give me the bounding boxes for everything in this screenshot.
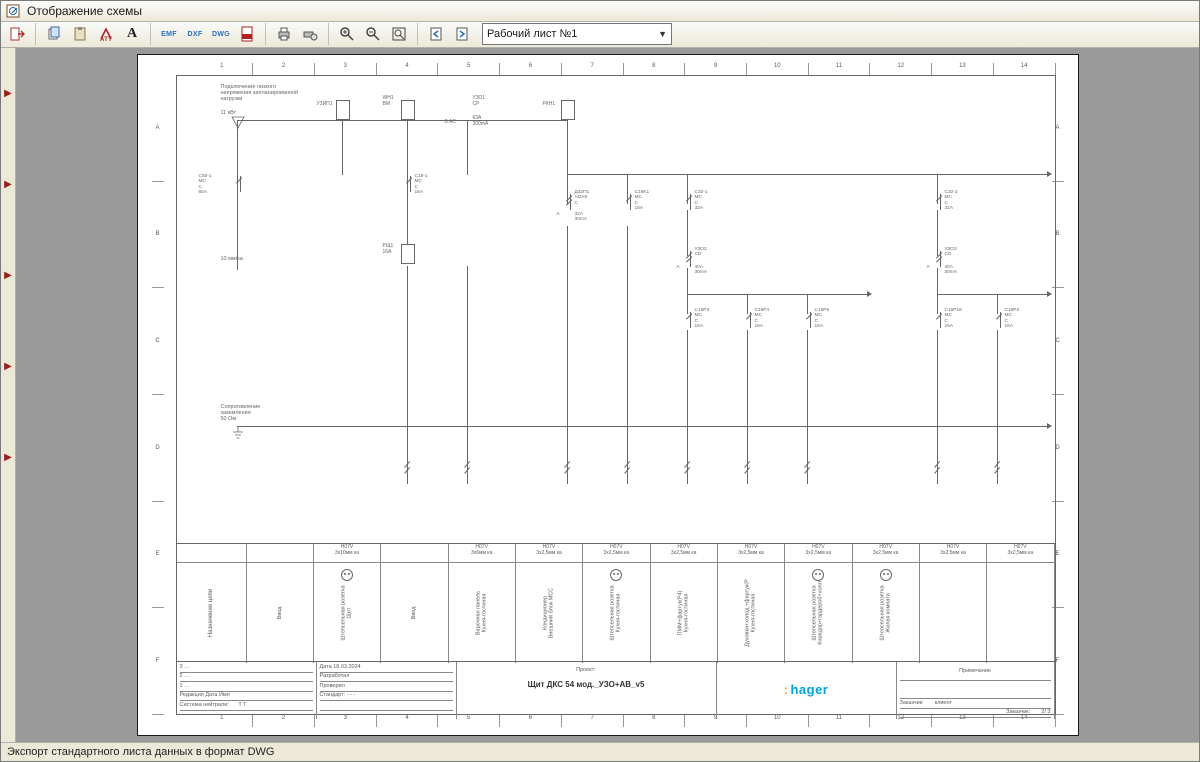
project-cell: Проект: Щит ДКС 54 мод._УЗО+АВ_v5 xyxy=(457,662,717,719)
revision-cell: 3 … 2 … 1 … Редакция Дата Имя Система не… xyxy=(177,662,317,719)
print-settings-button[interactable] xyxy=(298,22,322,46)
title-block: 3 … 2 … 1 … Редакция Дата Имя Система не… xyxy=(177,661,1055,714)
incoming-note: Подключение низкого напряжения запланиро… xyxy=(221,84,299,102)
toolbar-sep xyxy=(265,23,266,45)
paste-button[interactable] xyxy=(68,22,92,46)
rkn-device xyxy=(561,100,575,120)
schematic-area: Подключение низкого напряжения запланиро… xyxy=(177,76,1055,544)
wire xyxy=(467,120,468,175)
supply-arrow-icon xyxy=(231,116,245,130)
meta-cell: Дата 18.03.2024 Разработал Проверил Стан… xyxy=(317,662,457,719)
bottom-block: H07V 3x10мм каH07V 3x6мм каH07V 3x2,5мм … xyxy=(177,543,1055,714)
outer-frame: 1234567891011121314 1234567891011121314 … xyxy=(152,63,1064,727)
app-window: Отображение схемы ATT A EMF DXF DWG Рабо… xyxy=(0,0,1200,762)
window-title: Отображение схемы xyxy=(27,4,142,18)
toolbar-sep xyxy=(417,23,418,45)
rsh1-device xyxy=(401,244,415,264)
column-ruler-top: 1234567891011121314 xyxy=(192,63,1056,75)
gutter-marker: ▶ xyxy=(4,179,12,190)
title-bar: Отображение схемы xyxy=(1,1,1199,22)
wire xyxy=(407,120,408,175)
wire xyxy=(342,120,343,175)
wh1-device xyxy=(401,100,415,120)
hager-logo: hager xyxy=(720,663,893,718)
row-ruler-left: ABCDEF xyxy=(152,75,164,715)
wh1-type: BM xyxy=(383,101,391,107)
pdf-button[interactable] xyxy=(235,22,259,46)
work-area: ▶ ▶ ▶ ▶ ▶ 1234567891011121314 1234567891… xyxy=(1,48,1199,742)
circuit-table: Назначение цепи ВводШтепсельная розетка … xyxy=(177,562,1055,663)
toolbar-sep xyxy=(328,23,329,45)
uzip-tag: УЗИП1 xyxy=(317,102,333,108)
toolbar: ATT A EMF DXF DWG Рабочий лист №1 ▼ xyxy=(1,22,1199,48)
exit-button[interactable] xyxy=(5,22,29,46)
copy-button[interactable] xyxy=(42,22,66,46)
canvas-wrap[interactable]: 1234567891011121314 1234567891011121314 … xyxy=(16,48,1199,742)
left-gutter: ▶ ▶ ▶ ▶ ▶ xyxy=(1,48,16,742)
gutter-marker: ▶ xyxy=(4,270,12,281)
zoom-in-button[interactable] xyxy=(335,22,359,46)
rkn-tag: РКН1 xyxy=(543,102,556,108)
bus-continue-icon xyxy=(1047,171,1052,177)
incoming-cable: 10 мм/ка xyxy=(221,256,243,262)
text-button[interactable]: A xyxy=(120,22,144,46)
earth-icon xyxy=(231,426,245,440)
drawing-sheet: 1234567891011121314 1234567891011121314 … xyxy=(137,54,1079,736)
zoom-fit-button[interactable] xyxy=(387,22,411,46)
cable-row: H07V 3x10мм каH07V 3x6мм каH07V 3x2,5мм … xyxy=(177,544,1055,562)
brand-cell: hager xyxy=(717,662,897,719)
gutter-marker: ▶ xyxy=(4,361,12,372)
earth-note: Сопротивление заземления 50 Ом xyxy=(221,404,261,422)
emf-button[interactable]: EMF xyxy=(157,22,181,46)
toolbar-sep xyxy=(35,23,36,45)
prev-sheet-button[interactable] xyxy=(424,22,448,46)
app-icon xyxy=(5,3,21,19)
circuit-header: Назначение цепи xyxy=(177,563,247,663)
earth-bus xyxy=(237,426,1047,427)
zoom-out-button[interactable] xyxy=(361,22,385,46)
dwg-button[interactable]: DWG xyxy=(209,22,233,46)
status-bar: Экспорт стандартного листа данных в форм… xyxy=(1,742,1199,761)
bus-main xyxy=(567,174,1047,175)
next-sheet-button[interactable] xyxy=(450,22,474,46)
sheet-select-value: Рабочий лист №1 xyxy=(487,28,577,40)
gutter-marker: ▶ xyxy=(4,452,12,463)
uzip-device xyxy=(336,100,350,120)
sheet-select[interactable]: Рабочий лист №1 ▼ xyxy=(482,23,672,45)
gutter-marker: ▶ xyxy=(4,88,12,99)
chevron-down-icon: ▼ xyxy=(658,29,667,39)
status-text: Экспорт стандартного листа данных в форм… xyxy=(7,746,274,758)
bus-top xyxy=(237,120,567,121)
inner-frame: Подключение низкого напряжения запланиро… xyxy=(176,75,1056,715)
dxf-button[interactable]: DXF xyxy=(183,22,207,46)
attributes-button[interactable]: ATT xyxy=(94,22,118,46)
customer-cell: Примечание Заказчик: клиент Заказчик: 2/… xyxy=(897,662,1055,719)
toolbar-sep xyxy=(150,23,151,45)
print-button[interactable] xyxy=(272,22,296,46)
